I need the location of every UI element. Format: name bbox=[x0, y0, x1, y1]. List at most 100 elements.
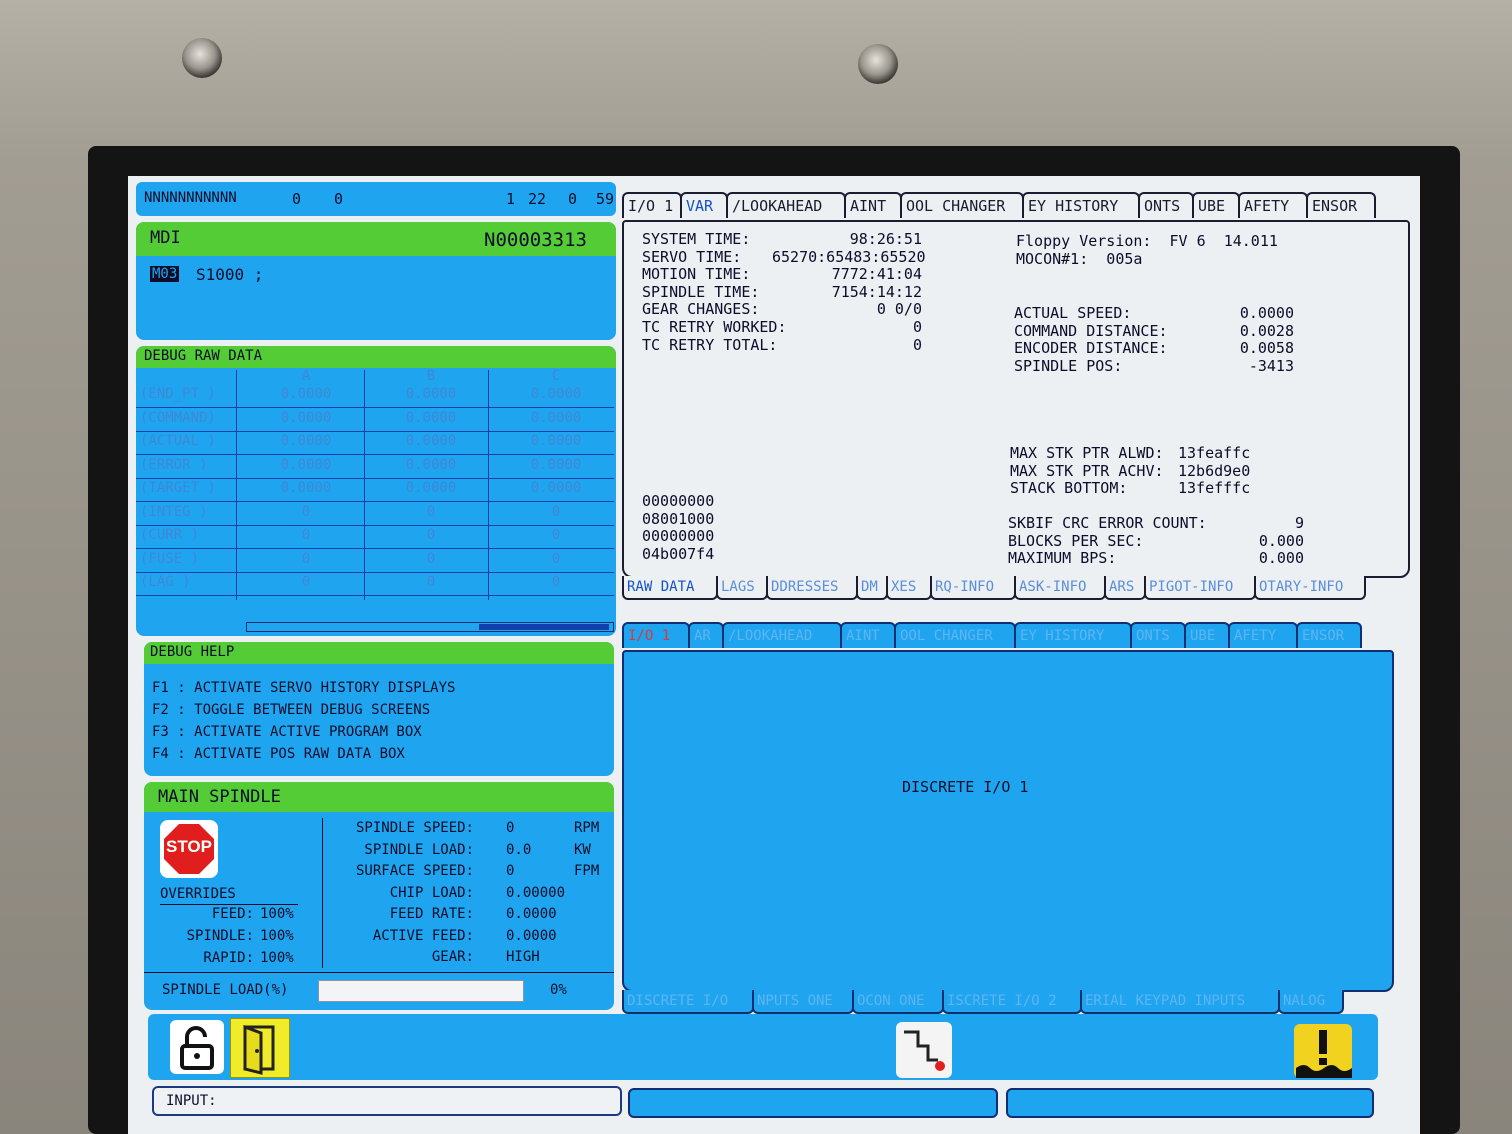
stop-icon[interactable]: STOP bbox=[160, 820, 218, 878]
load-divider bbox=[144, 972, 614, 973]
status-bar: NNNNNNNNNNN 0 0 1 22 0 59 bbox=[136, 182, 616, 216]
cell-a: 0.0000 bbox=[280, 433, 332, 449]
var-value: 0.000 bbox=[1258, 549, 1304, 568]
tab-top-1[interactable]: VAR bbox=[680, 192, 728, 218]
var-label: GEAR CHANGES: bbox=[642, 300, 760, 319]
metric-value: 0.00000 bbox=[506, 884, 566, 901]
cell-b: 0.0000 bbox=[405, 409, 457, 426]
row-label: (ACTUAL ) bbox=[140, 433, 216, 449]
tab-lower-3[interactable]: AINT bbox=[840, 622, 896, 648]
cell-c: 0.0000 bbox=[530, 433, 582, 449]
tab-bottom-8[interactable]: PIGOT-INFO bbox=[1144, 576, 1256, 600]
tab-lowerbottom-3[interactable]: ISCRETE I/O 2 bbox=[942, 990, 1082, 1014]
spindle-load-bar bbox=[318, 980, 524, 1002]
tab-lower-6[interactable]: ONTS bbox=[1130, 622, 1186, 648]
row-label: (LAG ) bbox=[140, 574, 191, 590]
tab-lowerbottom-1[interactable]: NPUTS ONE bbox=[752, 990, 854, 1014]
tab-top-3[interactable]: AINT bbox=[844, 192, 902, 218]
discrete-io-panel: DISCRETE I/O 1 bbox=[622, 650, 1394, 992]
tab-top-2[interactable]: /LOOKAHEAD bbox=[726, 192, 846, 218]
hex-values-list: 00000000 08001000 00000000 04b007f4 bbox=[642, 492, 742, 566]
metric-unit: FPM bbox=[574, 863, 600, 879]
tab-bottom-6[interactable]: ASK-INFO bbox=[1014, 576, 1106, 600]
var-label: SKBIF CRC ERROR COUNT: bbox=[1008, 514, 1207, 532]
var-label: MAXIMUM BPS: bbox=[1008, 549, 1117, 568]
spindle-divider bbox=[322, 818, 323, 968]
main-spindle-panel: MAIN SPINDLE STOP OVERRIDES FEED: 100% SPI… bbox=[144, 782, 614, 1010]
tab-bottom-2[interactable]: DDRESSES bbox=[766, 576, 858, 600]
tab-bottom-3[interactable]: DM bbox=[856, 576, 888, 600]
tab-lower-5[interactable]: EY HISTORY bbox=[1014, 622, 1132, 648]
spindle-load-label: SPINDLE LOAD(%) bbox=[162, 982, 289, 998]
metric-value: 0.0000 bbox=[506, 906, 557, 922]
tab-top-7[interactable]: UBE bbox=[1192, 192, 1240, 218]
column-header-b: B bbox=[426, 368, 436, 384]
row-label: (INTEG ) bbox=[140, 503, 208, 520]
tab-bottom-7[interactable]: ARS bbox=[1104, 576, 1146, 600]
var-value: -3413 bbox=[1248, 356, 1294, 375]
tab-top-5[interactable]: EY HISTORY bbox=[1022, 192, 1140, 218]
cell-a: 0 bbox=[301, 527, 311, 543]
tab-top-0[interactable]: I/O 1 bbox=[622, 192, 682, 218]
toolbar bbox=[148, 1014, 1378, 1080]
table-row-line bbox=[136, 407, 614, 408]
tab-bottom-9[interactable]: OTARY-INFO bbox=[1254, 576, 1366, 600]
debug-raw-table: (END_PT ) 0.0000 0.0000 0.0000 (COMMAND) 0.00… bbox=[136, 370, 616, 600]
cell-a: 0.0000 bbox=[280, 409, 332, 426]
tab-top-8[interactable]: AFETY bbox=[1238, 192, 1308, 218]
tab-bottom-4[interactable]: XES bbox=[886, 576, 932, 600]
discrete-io-label: DISCRETE I/O 1 bbox=[902, 778, 1029, 796]
tab-lowerbottom-2[interactable]: OCON ONE bbox=[852, 990, 944, 1014]
mdi-panel[interactable]: MDI N00003313 M03 S1000 ; bbox=[136, 222, 616, 340]
tab-lowerbottom-5[interactable]: NALOG bbox=[1278, 990, 1344, 1014]
metric-label: CHIP LOAD: bbox=[389, 884, 474, 901]
tab-lower-8[interactable]: AFETY bbox=[1228, 622, 1298, 648]
row-label: (FUSE ) bbox=[140, 550, 200, 567]
screw-left bbox=[182, 38, 222, 78]
table-row-line bbox=[136, 571, 614, 573]
tab-bottom-0[interactable]: RAW DATA bbox=[622, 576, 718, 600]
cell-b: 0 bbox=[426, 574, 436, 590]
tab-lower-0[interactable]: I/O 1 bbox=[622, 622, 690, 648]
tab-lower-9[interactable]: ENSOR bbox=[1296, 622, 1362, 648]
row-label: (ERROR ) bbox=[140, 456, 208, 473]
table-row-line bbox=[136, 524, 614, 526]
unlock-icon[interactable] bbox=[170, 1020, 224, 1074]
tab-top-6[interactable]: ONTS bbox=[1138, 192, 1194, 218]
door-icon[interactable] bbox=[230, 1018, 290, 1078]
cell-c: 0.0000 bbox=[530, 386, 582, 402]
step-program-icon[interactable] bbox=[896, 1022, 952, 1078]
input-field[interactable]: INPUT: bbox=[152, 1086, 622, 1116]
tab-lowerbottom-0[interactable]: DISCRETE I/O bbox=[622, 990, 754, 1014]
stack-info-list: MAX STK PTR ALWD: 13feaffc MAX STK PTR ACH… bbox=[1010, 444, 1280, 500]
mocon-version: MOCON#1: 005a bbox=[1016, 250, 1143, 268]
tab-top-4[interactable]: OOL CHANGER bbox=[900, 192, 1024, 218]
table-row-line bbox=[136, 548, 614, 549]
metric-label: FEED RATE: bbox=[389, 906, 474, 922]
cell-c: 0.0000 bbox=[530, 456, 582, 473]
debug-raw-title: DEBUG RAW DATA bbox=[144, 348, 263, 364]
column-header-c: C bbox=[551, 368, 561, 384]
tab-top-9[interactable]: ENSOR bbox=[1306, 192, 1376, 218]
cell-a: 0 bbox=[301, 550, 311, 567]
column-header-a: A bbox=[301, 368, 311, 384]
table-row-line bbox=[136, 595, 614, 596]
var-value: 13fefffc bbox=[1178, 479, 1251, 498]
tab-lower-1[interactable]: AR bbox=[688, 622, 724, 648]
lower-tab-bar: I/O 1 AR/LOOKAHEAD AINT OOL CHANGER EY HISTO… bbox=[622, 622, 1362, 650]
scrollbar-thumb[interactable] bbox=[479, 624, 609, 630]
var-label: MAX STK PTR ALWD: bbox=[1010, 444, 1164, 462]
horizontal-scrollbar[interactable] bbox=[246, 622, 614, 632]
var-value: 0 0/0 bbox=[876, 300, 922, 319]
alarm-icon[interactable] bbox=[1294, 1024, 1352, 1078]
tab-lower-2[interactable]: /LOOKAHEAD bbox=[722, 622, 842, 648]
tab-bottom-5[interactable]: RQ-INFO bbox=[930, 576, 1016, 600]
tab-lower-7[interactable]: UBE bbox=[1184, 622, 1230, 648]
tab-bottom-1[interactable]: LAGS bbox=[716, 576, 768, 600]
var-value: 0.0028 bbox=[1239, 321, 1294, 340]
tab-lower-4[interactable]: OOL CHANGER bbox=[894, 622, 1016, 648]
tab-lowerbottom-4[interactable]: ERIAL KEYPAD INPUTS bbox=[1080, 990, 1280, 1014]
override-value: 100% bbox=[260, 928, 294, 944]
table-row-line bbox=[136, 477, 614, 479]
var-label: COMMAND DISTANCE: bbox=[1014, 321, 1168, 340]
